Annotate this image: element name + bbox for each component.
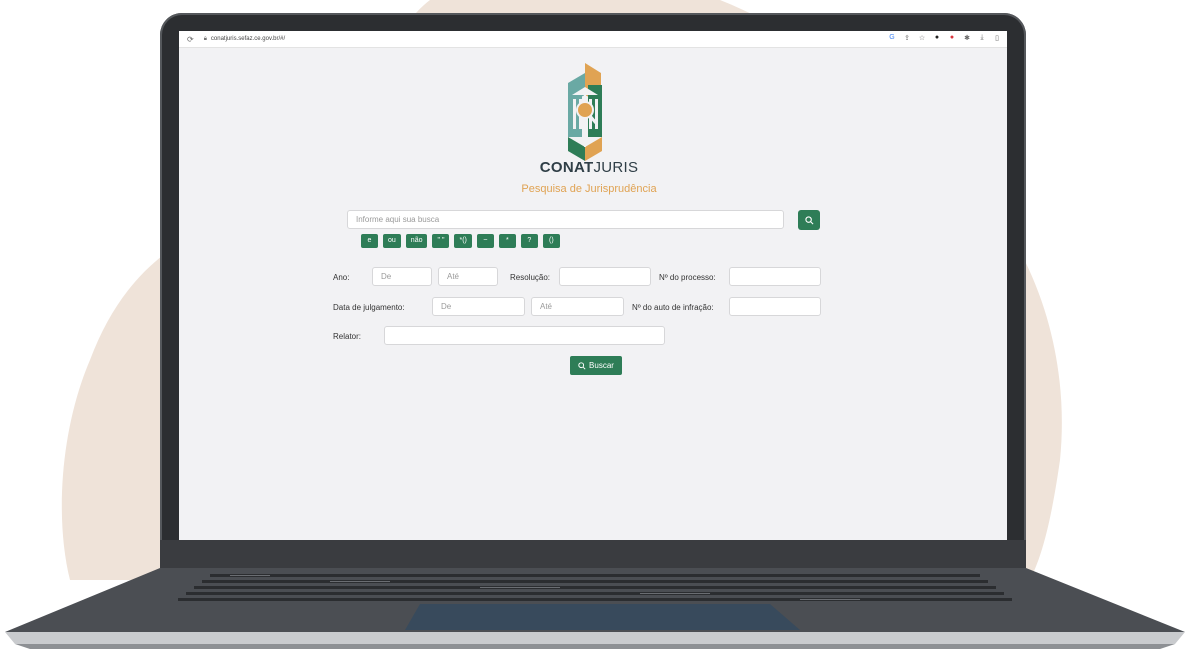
browser-address-bar: ⟳ 🔒︎ conatjuris.sefaz.ce.gov.br/#/ G ⇪ ☆… xyxy=(179,31,1007,48)
operator-group-button[interactable]: () xyxy=(542,234,560,248)
browser-screen: ⟳ 🔒︎ conatjuris.sefaz.ce.gov.br/#/ G ⇪ ☆… xyxy=(179,31,1007,540)
star-icon[interactable]: ☆ xyxy=(918,34,926,42)
conatjuris-logo xyxy=(568,63,602,161)
julgamento-label: Data de julgamento: xyxy=(333,303,405,312)
lock-icon[interactable]: 🔒︎ xyxy=(204,36,207,43)
relator-input[interactable] xyxy=(384,326,665,345)
brand-name: CONATJURIS xyxy=(479,159,699,176)
url-text[interactable]: conatjuris.sefaz.ce.gov.br/#/ xyxy=(211,36,285,42)
relator-label: Relator: xyxy=(333,332,362,341)
laptop-keyboard-base xyxy=(5,568,1185,649)
brand-light: JURIS xyxy=(593,159,639,176)
operator-or-button[interactable]: ou xyxy=(383,234,401,248)
operator-and-button[interactable]: e xyxy=(361,234,378,248)
page-subtitle: Pesquisa de Jurisprudência xyxy=(521,183,657,195)
auto-infracao-input[interactable] xyxy=(729,297,821,316)
brand-bold: CONAT xyxy=(539,159,594,176)
ano-label: Ano: xyxy=(333,273,350,282)
search-icon xyxy=(578,361,586,370)
processo-label: Nº do processo: xyxy=(659,273,716,282)
search-button[interactable] xyxy=(798,210,820,230)
search-operators: e ou não " " *() ~ * ? () xyxy=(361,234,560,248)
auto-infracao-label: Nº do auto de infração: xyxy=(632,303,714,312)
reload-icon[interactable]: ⟳ xyxy=(187,35,194,44)
resolucao-label: Resolução: xyxy=(510,273,551,282)
resolucao-input[interactable] xyxy=(559,267,651,286)
buscar-button[interactable]: Buscar xyxy=(570,356,622,375)
puzzle-icon[interactable]: ✱ xyxy=(963,34,971,42)
ano-from-input[interactable] xyxy=(372,267,432,286)
julgamento-from-input[interactable] xyxy=(432,297,525,316)
operator-wildcard-group-button[interactable]: *() xyxy=(454,234,472,248)
operator-quotes-button[interactable]: " " xyxy=(432,234,450,248)
download-icon[interactable]: ⤓ xyxy=(978,34,986,42)
extension-badge-icon[interactable]: ● xyxy=(948,34,956,42)
julgamento-to-input[interactable] xyxy=(531,297,624,316)
buscar-label: Buscar xyxy=(589,361,614,370)
google-icon[interactable]: G xyxy=(888,34,896,42)
share-icon[interactable]: ⇪ xyxy=(903,34,911,42)
sidepanel-icon[interactable]: ▯ xyxy=(993,34,1001,42)
search-icon xyxy=(804,215,813,224)
search-input[interactable] xyxy=(347,210,784,229)
operator-question-button[interactable]: ? xyxy=(520,234,538,248)
extension-icon[interactable]: ● xyxy=(933,34,941,42)
operator-not-button[interactable]: não xyxy=(405,234,428,248)
ano-to-input[interactable] xyxy=(438,267,498,286)
operator-asterisk-button[interactable]: * xyxy=(498,234,516,248)
processo-input[interactable] xyxy=(729,267,821,286)
operator-tilde-button[interactable]: ~ xyxy=(476,234,494,248)
browser-toolbar: G ⇪ ☆ ● ● ✱ ⤓ ▯ xyxy=(888,34,1001,42)
